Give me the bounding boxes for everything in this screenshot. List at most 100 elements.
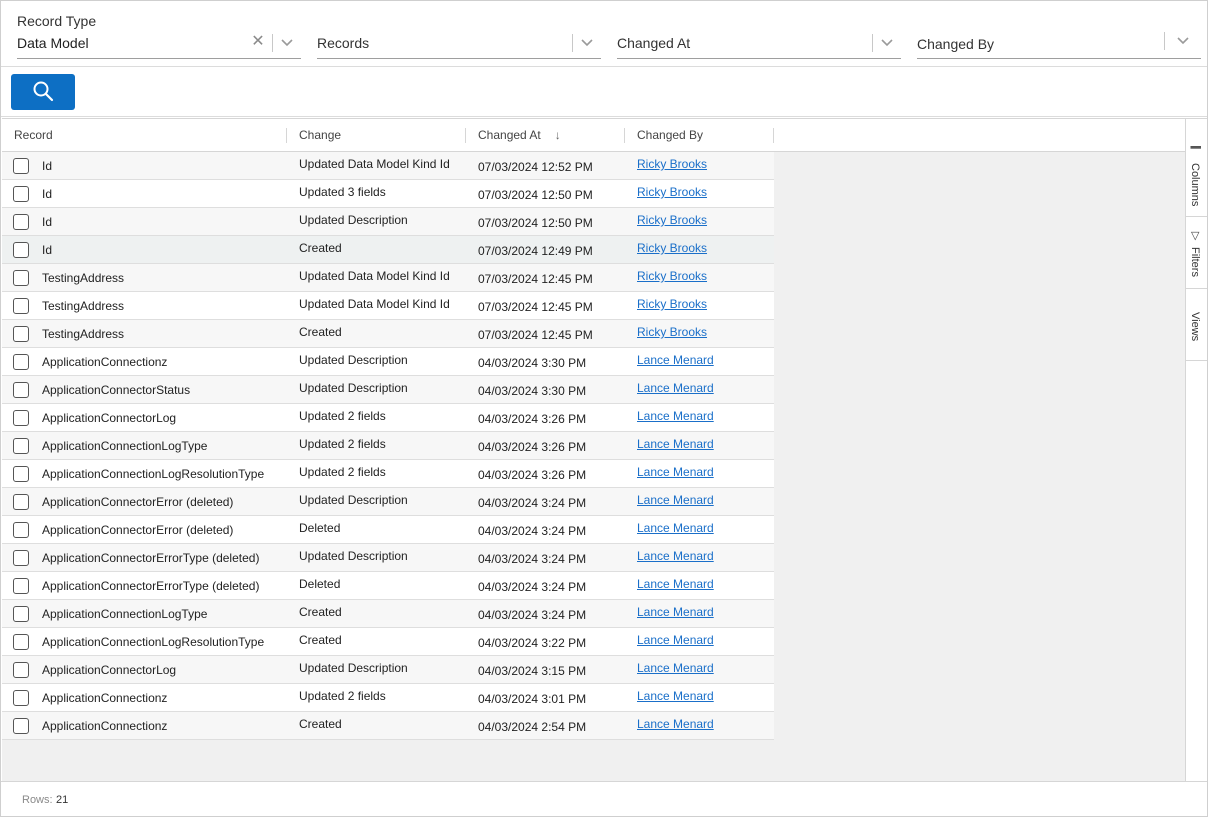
toolbar-divider [1,116,1207,117]
row-checkbox[interactable] [13,494,29,510]
cell-record: ApplicationConnectorErrorType (deleted) [42,551,260,565]
row-checkbox[interactable] [13,690,29,706]
table-row[interactable]: Id Updated Data Model Kind Id 07/03/2024 1… [2,152,774,180]
cell-changed-by-link[interactable]: Ricky Brooks [637,157,707,171]
cell-change: Deleted [299,521,341,535]
cell-change: Updated 2 fields [299,689,386,703]
cell-changed-by-link[interactable]: Lance Menard [637,689,714,703]
cell-change: Created [299,605,342,619]
cell-changed-by-link[interactable]: Lance Menard [637,717,714,731]
changed-by-select[interactable]: Changed By [917,1,1201,59]
chevron-down-icon[interactable] [579,34,595,50]
cell-changed-by-link[interactable]: Lance Menard [637,605,714,619]
row-checkbox[interactable] [13,606,29,622]
cell-changed-by-link[interactable]: Lance Menard [637,465,714,479]
table-row[interactable]: ApplicationConnectionLogResolutionType Cr… [2,628,774,656]
search-button[interactable] [11,74,75,110]
record-type-select[interactable]: Record Type Data Model ✕ [17,1,301,59]
row-checkbox[interactable] [13,438,29,454]
row-checkbox[interactable] [13,522,29,538]
cell-changed-by-link[interactable]: Lance Menard [637,381,714,395]
records-select[interactable]: Records [317,1,601,59]
cell-changed-by-link[interactable]: Ricky Brooks [637,241,707,255]
table-row[interactable]: Id Created 07/03/2024 12:49 PM Ricky Brooks [2,236,774,264]
tab-columns[interactable]: ||| Columns [1186,119,1207,217]
grid-body: Id Updated Data Model Kind Id 07/03/2024 1… [2,152,774,740]
cell-record: ApplicationConnectionLogResolutionType [42,635,265,649]
table-row[interactable]: ApplicationConnectorError (deleted) Updat… [2,488,774,516]
row-checkbox[interactable] [13,410,29,426]
cell-changed-by-link[interactable]: Ricky Brooks [637,325,707,339]
cell-changed-by-link[interactable]: Lance Menard [637,521,714,535]
search-icon [32,80,54,105]
row-checkbox[interactable] [13,662,29,678]
table-row[interactable]: Id Updated 3 fields 07/03/2024 12:50 PM Ric… [2,180,774,208]
table-row[interactable]: ApplicationConnectorError (deleted) Delet… [2,516,774,544]
column-header-record[interactable]: Record [2,119,286,152]
cell-changed-by-link[interactable]: Lance Menard [637,577,714,591]
tab-filters[interactable]: ▽ Filters [1186,217,1207,289]
table-row[interactable]: ApplicationConnectorLog Updated Descripti… [2,656,774,684]
chevron-down-icon[interactable] [879,34,895,50]
cell-change: Updated 2 fields [299,409,386,423]
row-checkbox[interactable] [13,718,29,734]
row-checkbox[interactable] [13,354,29,370]
side-panel: ||| Columns ▽ Filters Views [1185,118,1207,781]
row-checkbox[interactable] [13,326,29,342]
cell-changed-by-link[interactable]: Lance Menard [637,549,714,563]
table-row[interactable]: ApplicationConnectorLog Updated 2 fields 0… [2,404,774,432]
row-checkbox[interactable] [13,466,29,482]
table-row[interactable]: ApplicationConnectorErrorType (deleted) U… [2,544,774,572]
row-checkbox[interactable] [13,214,29,230]
column-header-changed-by[interactable]: Changed By [625,119,773,152]
row-checkbox[interactable] [13,550,29,566]
chevron-down-icon[interactable] [279,34,295,50]
column-separator[interactable] [773,128,774,143]
cell-changed-by-link[interactable]: Lance Menard [637,633,714,647]
tab-views[interactable]: Views [1186,289,1207,361]
cell-changed-by-link[interactable]: Lance Menard [637,493,714,507]
chevron-down-icon[interactable] [1175,32,1191,48]
cell-changed-by-link[interactable]: Lance Menard [637,353,714,367]
table-row[interactable]: ApplicationConnectionLogResolutionType Up… [2,460,774,488]
cell-changed-at: 07/03/2024 12:50 PM [478,188,593,202]
column-header-change[interactable]: Change [287,119,465,152]
cell-changed-at: 04/03/2024 3:24 PM [478,552,587,566]
cell-changed-by-link[interactable]: Ricky Brooks [637,185,707,199]
cell-changed-by-link[interactable]: Ricky Brooks [637,297,707,311]
row-checkbox[interactable] [13,578,29,594]
cell-record: Id [42,187,53,201]
column-header-changed-at[interactable]: Changed At ↓ [466,119,624,152]
table-row[interactable]: ApplicationConnectionLogType Created 04/03… [2,600,774,628]
cell-record: ApplicationConnectionLogType [42,607,208,621]
table-row[interactable]: TestingAddress Updated Data Model Kind Id… [2,292,774,320]
row-checkbox[interactable] [13,242,29,258]
cell-record: ApplicationConnectionz [42,719,168,733]
table-row[interactable]: ApplicationConnectionz Updated 2 fields 04… [2,684,774,712]
table-row[interactable]: ApplicationConnectorStatus Updated Descri… [2,376,774,404]
row-checkbox[interactable] [13,158,29,174]
changed-at-select[interactable]: Changed At [617,1,901,59]
cell-changed-by-link[interactable]: Lance Menard [637,437,714,451]
table-row[interactable]: TestingAddress Created 07/03/2024 12:45 PM… [2,320,774,348]
cell-record: ApplicationConnectorStatus [42,383,191,397]
cell-changed-by-link[interactable]: Ricky Brooks [637,269,707,283]
table-row[interactable]: TestingAddress Updated Data Model Kind Id… [2,264,774,292]
row-checkbox[interactable] [13,270,29,286]
table-row[interactable]: ApplicationConnectionLogType Updated 2 fi… [2,432,774,460]
clear-icon[interactable]: ✕ [250,34,266,50]
row-checkbox[interactable] [13,634,29,650]
tab-views-label: Views [1189,312,1201,342]
table-row[interactable]: Id Updated Description 07/03/2024 12:50 PM… [2,208,774,236]
table-row[interactable]: ApplicationConnectorErrorType (deleted) D… [2,572,774,600]
cell-changed-by-link[interactable]: Lance Menard [637,661,714,675]
cell-changed-by-link[interactable]: Lance Menard [637,409,714,423]
status-bar: Rows: 21 [1,781,1207,816]
row-checkbox[interactable] [13,186,29,202]
cell-record: Id [42,159,53,173]
row-checkbox[interactable] [13,382,29,398]
cell-changed-by-link[interactable]: Ricky Brooks [637,213,707,227]
table-row[interactable]: ApplicationConnectionz Updated Descriptio… [2,348,774,376]
table-row[interactable]: ApplicationConnectionz Created 04/03/2024 … [2,712,774,740]
row-checkbox[interactable] [13,298,29,314]
